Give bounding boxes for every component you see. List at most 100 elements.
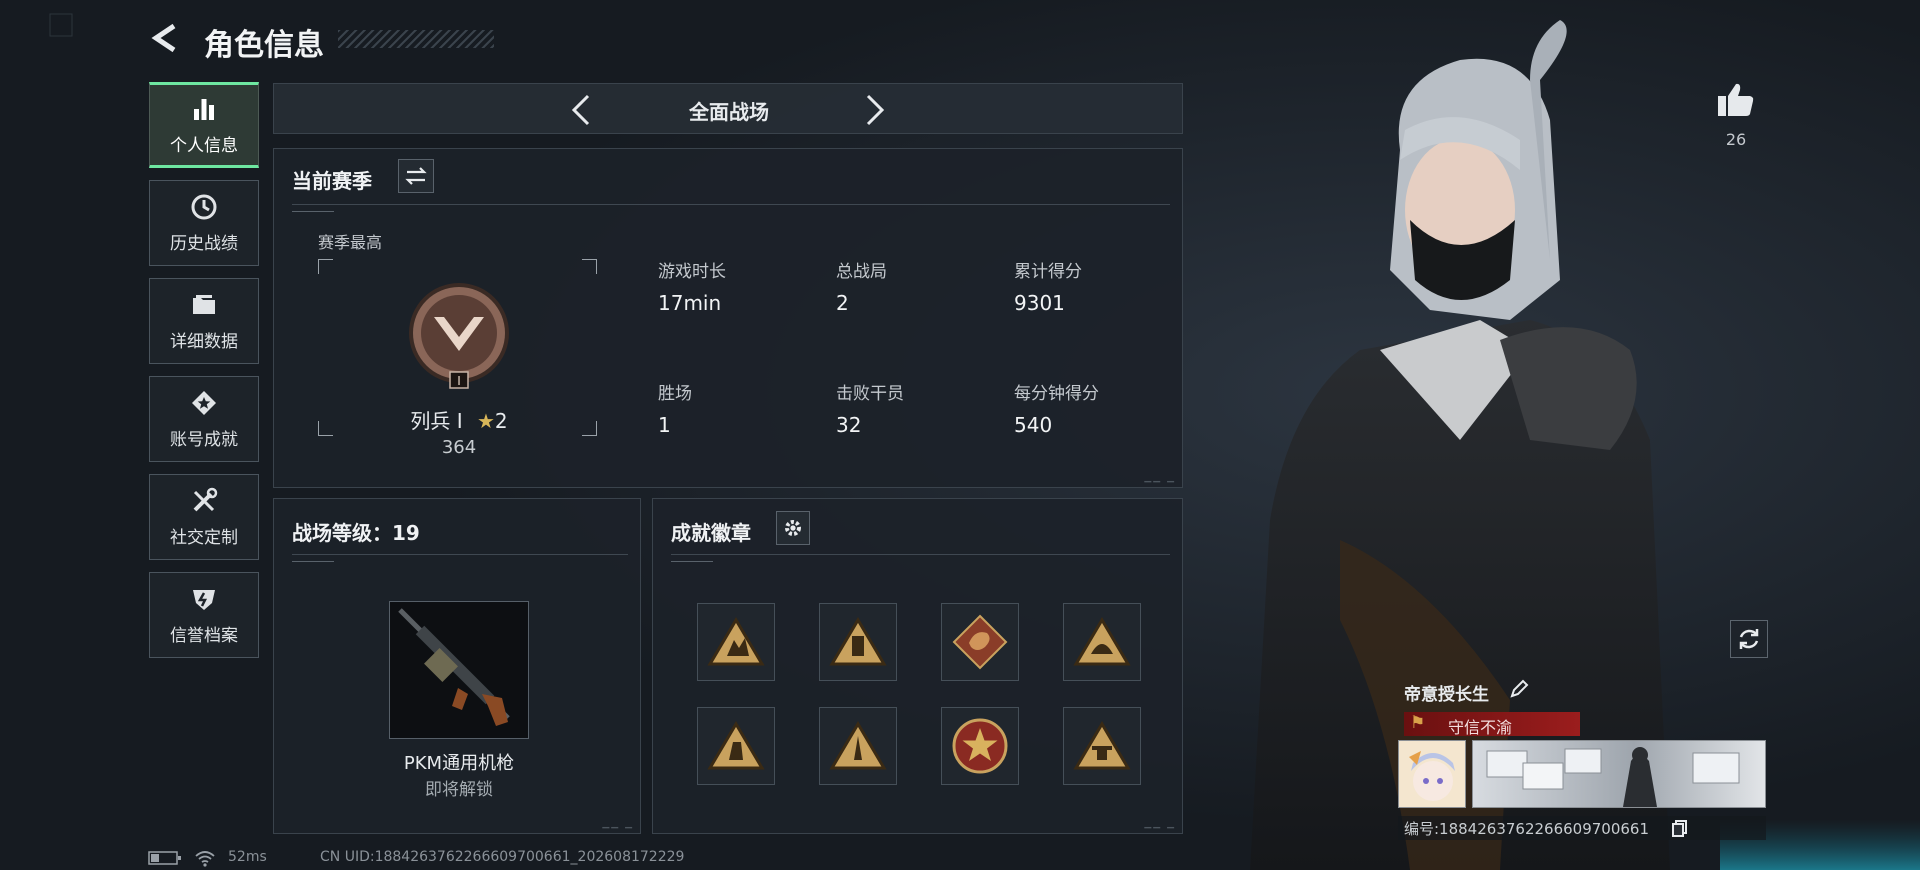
weapon-card[interactable]: [389, 601, 529, 739]
rank-name-text: 列兵 I: [410, 409, 463, 433]
decoration: ▁▁ ▁: [1144, 473, 1176, 483]
player-name: 帝意授长生: [1404, 685, 1489, 705]
copy-id-button[interactable]: [1670, 818, 1690, 838]
sidebar-item-label: 信誉档案: [170, 625, 238, 646]
battery-icon: [148, 851, 181, 865]
title-tag-text: 守信不渝: [1448, 718, 1513, 737]
shield-icon: [193, 589, 215, 610]
banner-image: [1486, 747, 1740, 807]
triangle-badge-icon: [707, 617, 765, 666]
divider: [292, 204, 1170, 205]
rotate-button[interactable]: [1730, 620, 1768, 658]
star-icon: ★: [476, 409, 495, 433]
edit-name-button[interactable]: [1508, 678, 1530, 700]
sidebar-item-label: 历史战绩: [170, 233, 238, 254]
title-tag: ⚑ 守信不渝: [1404, 712, 1580, 737]
page-title: 角色信息: [204, 28, 324, 63]
rank-badge-numeral: I: [457, 374, 461, 388]
achievements-settings-button[interactable]: [776, 511, 810, 545]
achievement-badge[interactable]: [819, 707, 897, 785]
back-arrow-icon: [151, 23, 176, 53]
decoration: ▁▁ ▁: [602, 819, 634, 829]
triangle-badge-icon: [1073, 617, 1131, 666]
frame-corner: [582, 259, 597, 274]
triangle-badge-icon: [707, 721, 765, 770]
ping-value: 52ms: [228, 849, 267, 865]
back-button[interactable]: [148, 20, 184, 56]
sidebar-item-achievements[interactable]: 账号成就: [149, 376, 259, 462]
tools-icon: [193, 487, 218, 511]
season-best-label: 赛季最高: [318, 233, 383, 252]
achievement-badge[interactable]: [1063, 707, 1141, 785]
machine-gun-icon: [398, 608, 510, 726]
battlefield-level-title: 战场等级：19: [292, 521, 420, 545]
weapon-status: 即将解锁: [425, 780, 493, 800]
folder-icon: [193, 294, 215, 314]
star-medal-icon: [192, 390, 216, 415]
mode-selector: 全面战场: [273, 83, 1183, 134]
battlefield-level-panel: 战场等级：19 PKM通用机枪 即将解锁 ▁▁ ▁: [273, 498, 641, 834]
weapon-name: PKM通用机枪: [403, 753, 515, 774]
stat-value: 540: [1014, 413, 1053, 437]
achievement-badge[interactable]: [941, 603, 1019, 681]
title-tag-emblem-icon: ⚑: [1410, 713, 1426, 733]
achievement-badge[interactable]: [1063, 603, 1141, 681]
achievement-badge[interactable]: [819, 603, 897, 681]
achievement-badge[interactable]: [941, 707, 1019, 785]
avatar-image: [1399, 741, 1465, 807]
stat-value: 9301: [1014, 291, 1065, 315]
mode-next-button[interactable]: [856, 92, 892, 128]
stat-label: 击败干员: [836, 384, 904, 404]
name-card-banner[interactable]: [1472, 740, 1766, 808]
decoration: [292, 211, 334, 216]
sidebar-item-label: 社交定制: [170, 527, 238, 548]
mode-label: 全面战场: [689, 100, 769, 124]
sidebar-item-detailed-data[interactable]: 详细数据: [149, 278, 259, 364]
like-count: 26: [1725, 130, 1747, 149]
sidebar-item-credit-record[interactable]: 信誉档案: [149, 572, 259, 658]
title-hatch-decoration: [338, 30, 494, 48]
mode-prev-button[interactable]: [564, 92, 600, 128]
divider: [671, 554, 1170, 555]
season-title: 当前赛季: [292, 169, 372, 193]
like-button[interactable]: [1714, 78, 1758, 122]
triangle-badge-icon: [1073, 721, 1131, 770]
wifi-icon: [195, 851, 215, 867]
sidebar-item-label: 账号成就: [170, 429, 238, 450]
chevron-right-icon: [866, 94, 885, 126]
frame-corner: [318, 259, 333, 274]
stat-value: 1: [658, 413, 671, 437]
player-card[interactable]: 帝意授长生 ⚑ 守信不渝 编号:1884263762266609700661: [1396, 672, 1768, 844]
pencil-icon: [1510, 679, 1529, 698]
bar-chart-icon: [194, 98, 214, 120]
sidebar-item-match-history[interactable]: 历史战绩: [149, 180, 259, 266]
decoration: ▁▁ ▁: [1144, 819, 1176, 829]
rank-badge-icon: I: [409, 283, 509, 389]
season-switch-button[interactable]: [398, 159, 434, 193]
thumbs-up-icon: [1718, 83, 1754, 116]
copy-icon: [1672, 820, 1687, 837]
stat-value: 32: [836, 413, 862, 437]
stat-label: 每分钟得分: [1014, 384, 1099, 404]
status-bar: 52ms CN UID:1884263762266609700661_20260…: [148, 848, 848, 868]
uid-label: CN UID:1884263762266609700661_2026081722…: [320, 849, 685, 865]
sidebar-item-personal-info[interactable]: 个人信息: [149, 82, 259, 168]
rank-score: 364: [441, 437, 477, 458]
sidebar-item-label: 个人信息: [170, 135, 238, 156]
gear-icon: [785, 520, 801, 536]
avatar[interactable]: [1398, 740, 1466, 808]
sidebar-item-label: 详细数据: [170, 331, 238, 352]
player-id: 编号:1884263762266609700661: [1398, 816, 1766, 840]
achievements-panel: 成就徽章 ▁▁ ▁: [652, 498, 1183, 834]
decoration: [292, 561, 334, 566]
achievement-badge[interactable]: [697, 707, 775, 785]
frame-corner: [582, 421, 597, 436]
stat-value: 2: [836, 291, 849, 315]
achievements-title: 成就徽章: [671, 521, 751, 545]
dragon-diamond-badge-icon: [952, 614, 1008, 670]
achievement-badge[interactable]: [697, 603, 775, 681]
stat-value: 17min: [658, 291, 722, 315]
stat-label: 游戏时长: [658, 262, 726, 282]
sidebar-item-social-custom[interactable]: 社交定制: [149, 474, 259, 560]
clock-icon: [191, 194, 217, 219]
